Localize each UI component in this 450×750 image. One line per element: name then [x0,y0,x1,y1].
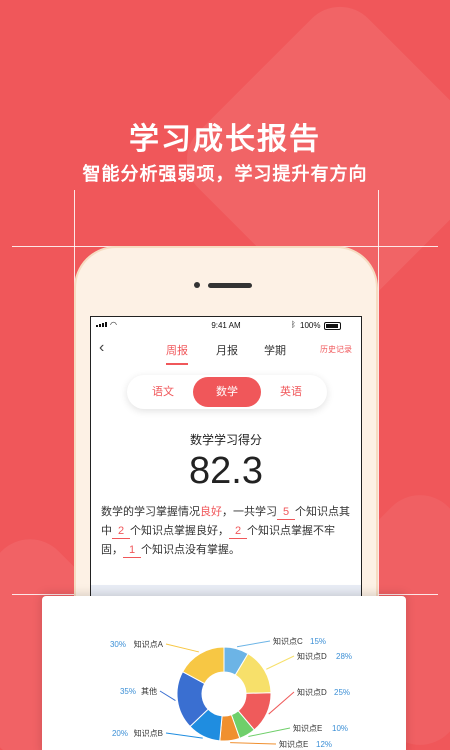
mastery-level: 良好 [200,506,222,518]
subject-english[interactable]: 英语 [265,375,317,409]
summary-text: 数学的学习掌握情况良好，一共学习 5 个知识点其中 2 个知识点掌握良好， 2 个知识点掌握… [101,503,353,560]
leader-line [165,643,199,653]
slice-label: 知识点C [273,636,303,646]
active-tab-indicator [166,363,188,365]
leader-line [230,742,277,745]
subject-math[interactable]: 数学 [193,377,261,407]
battery-icon [324,322,341,330]
hero-title: 学习成长报告 [129,123,321,156]
slice-percent: 35% [120,687,136,696]
slice-percent: 10% [332,724,348,733]
slice-label: 知识点E [279,739,308,749]
knowledge-donut-chart: 知识点C 15% 知识点D 28% 知识点D 25% 知识点E 10% 知识点E 12% 知识点B 2… [110,636,352,749]
slice-percent: 28% [336,652,352,661]
score-value: 82.3 [189,450,263,492]
leader-line [266,655,295,670]
phone-camera [194,282,200,288]
slice-percent: 20% [112,729,128,738]
status-bar: ◠ 9:41 AM ᛒ 100% [91,317,361,335]
knowledge-chart-card: 知识点C 15% 知识点D 28% 知识点D 25% 知识点E 10% 知识点E 12% 知识点B 2… [42,596,406,750]
leader-line [268,691,295,715]
slice-percent: 12% [316,740,332,749]
total-points: 5 [277,505,295,520]
slice-label: 其他 [141,686,157,696]
leader-line [159,690,176,702]
battery-percent: 100% [300,321,321,330]
subject-chinese[interactable]: 语文 [137,375,189,409]
tab-weekly[interactable]: 周报 [166,342,188,358]
summary-text-1: 数学的学习掌握情况 [101,506,200,518]
summary-text-6: 个知识点没有掌握。 [141,544,240,556]
summary-text-4: 个知识点掌握良好， [130,525,229,537]
slice-percent: 25% [334,688,350,697]
missing-points: 1 [123,543,141,558]
slice-percent: 30% [110,640,126,649]
slice-percent: 15% [310,637,326,646]
status-time: 9:41 AM [211,321,241,330]
bluetooth-icon: ᛒ [291,320,296,329]
leader-line [165,732,203,739]
weak-points: 2 [229,524,247,539]
hero-subtitle: 智能分析强弱项，学习提升有方向 [82,164,368,184]
slice-label: 知识点A [134,639,164,649]
slice-label: 知识点B [134,728,163,738]
report-nav: ‹ 周报 月报 学期 历史记录 [91,337,361,365]
phone-speaker [208,283,252,288]
score-label: 数学学习得分 [189,433,262,447]
slice-label: 知识点D [297,687,327,697]
history-link[interactable]: 历史记录 [320,344,352,355]
summary-text-2: ，一共学习 [222,506,277,518]
slice-label: 知识点E [293,723,322,733]
phone-screen: ◠ 9:41 AM ᛒ 100% ‹ 周报 月报 学期 历史记录 语文 数学 英… [90,316,362,606]
tab-monthly[interactable]: 月报 [216,342,238,358]
slice-label: 知识点D [297,651,327,661]
chevron-left-icon[interactable]: ‹ [99,339,104,357]
good-points: 2 [112,524,130,539]
guide-line [378,190,379,600]
tab-semester[interactable]: 学期 [264,342,286,358]
leader-line [236,640,271,648]
subject-switcher: 语文 数学 英语 [127,375,327,409]
